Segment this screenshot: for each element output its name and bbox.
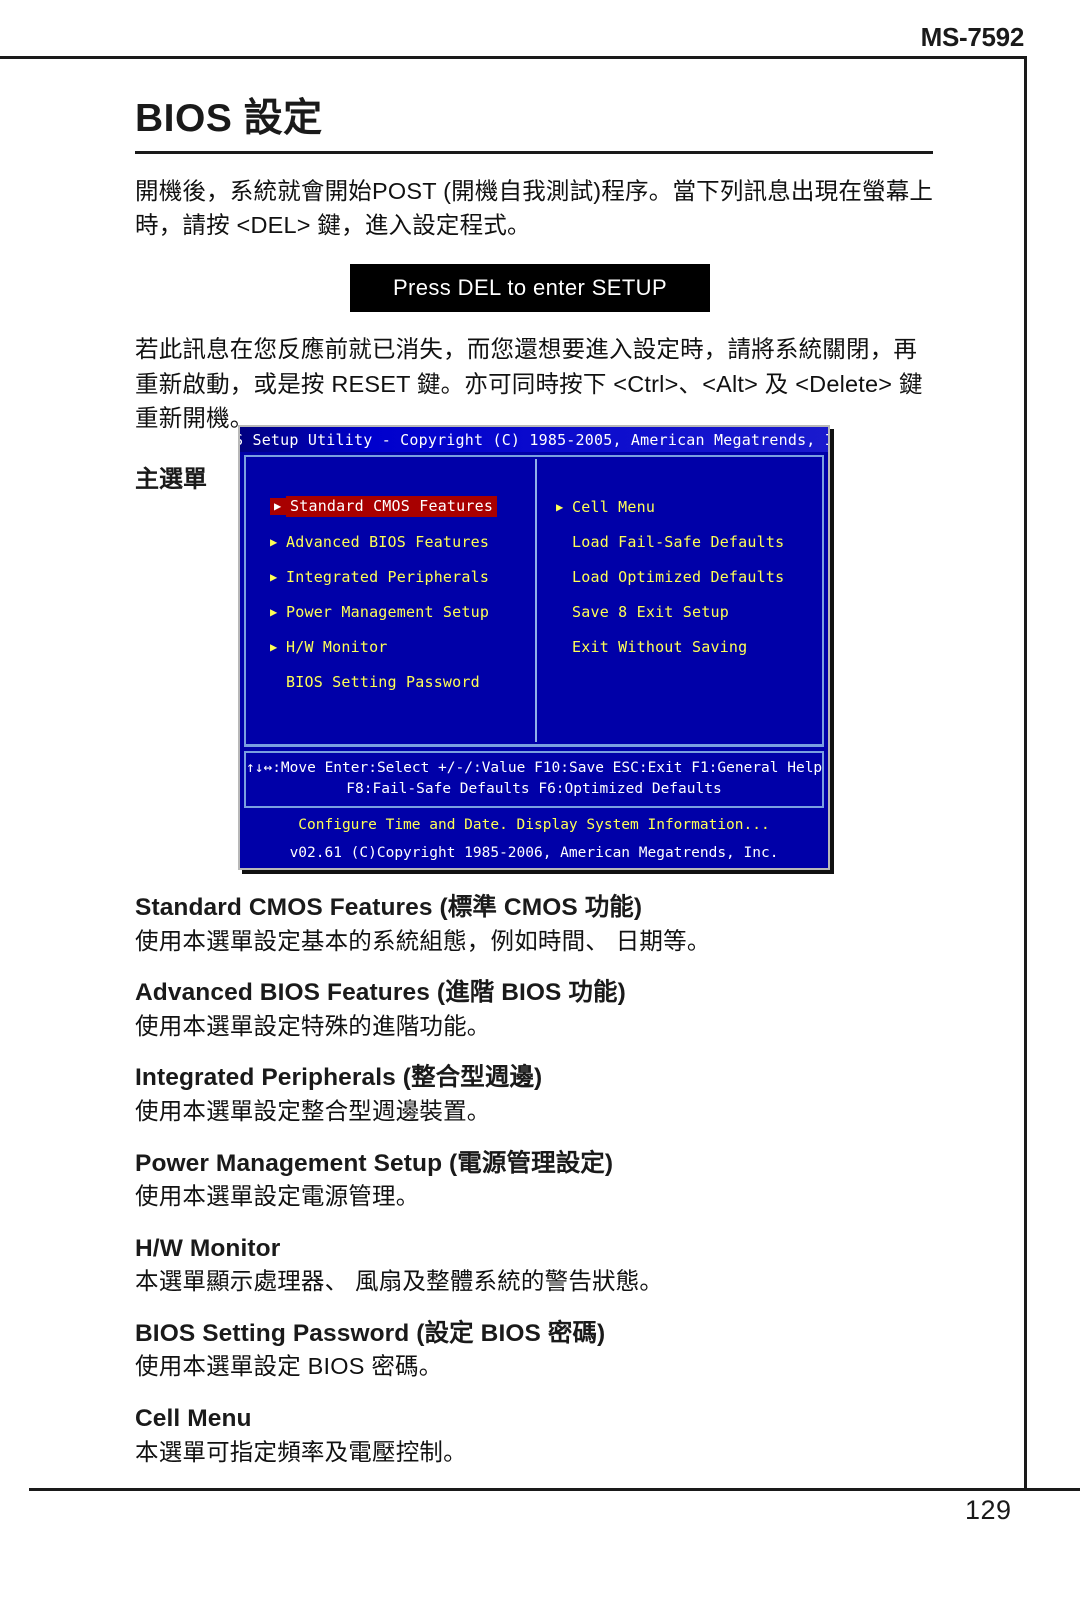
bios-screenshot-figure: CMOS Setup Utility - Copyright (C) 1985-… <box>238 425 834 874</box>
bios-menu-item-label: Load Fail-Safe Defaults <box>572 532 785 551</box>
bios-menu-item[interactable]: ▶ H/W Monitor <box>270 629 532 664</box>
feature-entry: H/W Monitor 本選單顯示處理器、 風扇及整體系統的警告狀態。 <box>135 1234 955 1297</box>
bios-menu-item[interactable]: ▶ Power Management Setup <box>270 594 532 629</box>
bios-menu-item[interactable]: ▶ Standard CMOS Features <box>270 489 532 524</box>
feature-description: 使用本選單設定整合型週邊裝置。 <box>135 1097 491 1124</box>
page-title: BIOS 設定 <box>135 97 323 140</box>
intro-paragraph: 開機後，系統就會開始POST (開機自我測試)程序。當下列訊息出現在螢幕上時，請… <box>135 177 934 239</box>
bios-menu-item-label: Power Management Setup <box>286 602 490 621</box>
feature-description: 使用本選單設定電源管理。 <box>135 1183 420 1210</box>
caret-right-icon: ▶ <box>556 499 564 514</box>
feature-description: 本選單可指定頻率及電壓控制。 <box>135 1438 467 1465</box>
bios-menu-item[interactable]: ▶Load Optimized Defaults <box>556 559 818 594</box>
bios-menu-item[interactable]: ▶Load Fail-Safe Defaults <box>556 524 818 559</box>
feature-entry: Power Management Setup (電源管理設定) 使用本選單設定電源… <box>135 1149 955 1212</box>
bios-left-menu-column: ▶ Standard CMOS Features ▶ Advanced BIOS Fe… <box>270 489 532 699</box>
header-divider-rule <box>0 56 1027 59</box>
bios-column-divider <box>535 459 537 742</box>
bios-right-menu-column: ▶ Cell Menu ▶Load Fail-Safe Defaults▶Load … <box>556 489 818 664</box>
bios-menu-item[interactable]: ▶ Advanced BIOS Features <box>270 524 532 559</box>
caret-right-icon: ▶ <box>270 498 286 515</box>
feature-description-list: Standard CMOS Features (標準 CMOS 功能) 使用本選單… <box>135 893 955 1489</box>
post-message-text: Press DEL to enter SETUP <box>392 275 668 301</box>
caret-right-icon: ▶ <box>270 534 278 549</box>
feature-title: H/W Monitor <box>135 1234 281 1262</box>
feature-title: BIOS Setting Password (設定 BIOS 密碼) <box>135 1319 606 1347</box>
bios-menu-item[interactable]: ▶ Integrated Peripherals <box>270 559 532 594</box>
model-number: MS-7592 <box>920 22 1025 52</box>
note-paragraph: 若此訊息在您反應前就已消失，而您還想要進入設定時，請將系統關閉，再重新啟動，或是… <box>135 336 923 432</box>
title-underline-rule <box>135 150 933 154</box>
feature-title: Power Management Setup (電源管理設定) <box>135 1149 614 1177</box>
bios-menu-item-label: Cell Menu <box>572 497 656 516</box>
bios-menu-item-label: Standard CMOS Features <box>286 496 498 517</box>
bios-menu-body: ▶ Standard CMOS Features ▶ Advanced BIOS Fe… <box>244 455 824 747</box>
bios-help-line-2: F8:Fail-Safe Defaults F6:Optimized Defau… <box>346 781 722 798</box>
feature-description: 使用本選單設定 BIOS 密碼。 <box>135 1353 443 1380</box>
bios-status-line: Configure Time and Date. Display System … <box>298 817 770 834</box>
bios-menu-item-label: BIOS Setting Password <box>286 672 480 691</box>
feature-entry: Advanced BIOS Features (進階 BIOS 功能) 使用本選單… <box>135 978 955 1041</box>
bios-menu-item[interactable]: ▶Exit Without Saving <box>556 629 818 664</box>
feature-title: Integrated Peripherals (整合型週邊) <box>135 1064 543 1092</box>
bios-help-line-1: ↑↓↔:Move Enter:Select +/-/:Value F10:Sav… <box>246 760 823 776</box>
bios-setup-screen: CMOS Setup Utility - Copyright (C) 1985-… <box>238 425 830 870</box>
bios-menu-item-label: Advanced BIOS Features <box>286 532 490 551</box>
bios-menu-item[interactable]: ▶BIOS Setting Password <box>270 664 532 699</box>
page-number: 129 <box>965 1495 1012 1525</box>
caret-right-icon: ▶ <box>270 569 278 584</box>
feature-entry: Integrated Peripherals (整合型週邊) 使用本選單設定整合型… <box>135 1063 955 1126</box>
feature-title: Advanced BIOS Features (進階 BIOS 功能) <box>135 979 626 1007</box>
bios-menu-item-label: Exit Without Saving <box>572 637 748 656</box>
feature-entry: BIOS Setting Password (設定 BIOS 密碼) 使用本選單設… <box>135 1319 955 1382</box>
bios-footer-panel: Configure Time and Date. Display System … <box>244 812 824 868</box>
bios-menu-item-label: Integrated Peripherals <box>286 567 490 586</box>
feature-description: 使用本選單設定特殊的進階功能。 <box>135 1012 491 1039</box>
bios-menu-item[interactable]: ▶ Cell Menu <box>556 489 818 524</box>
feature-description: 使用本選單設定基本的系統組態，例如時間、 日期等。 <box>135 927 711 954</box>
feature-title: Standard CMOS Features (標準 CMOS 功能) <box>135 894 643 921</box>
bios-menu-item-label: Load Optimized Defaults <box>572 567 785 586</box>
bios-version-line: v02.61 (C)Copyright 1985-2006, American … <box>289 844 779 861</box>
feature-entry: Cell Menu 本選單可指定頻率及電壓控制。 <box>135 1404 955 1467</box>
manual-page: MS-7592 129 BIOS 設定 開機後，系統就會開始POST (開機自我… <box>0 0 1080 1620</box>
caret-right-icon: ▶ <box>270 639 278 654</box>
bios-menu-item[interactable]: ▶Save 8 Exit Setup <box>556 594 818 629</box>
feature-description: 本選單顯示處理器、 風扇及整體系統的警告狀態。 <box>135 1268 664 1295</box>
page-right-border-rule <box>1024 56 1027 1490</box>
bios-key-help-panel: ↑↓↔:Move Enter:Select +/-/:Value F10:Sav… <box>244 751 824 809</box>
feature-title: Cell Menu <box>135 1405 252 1433</box>
bios-menu-item-label: Save 8 Exit Setup <box>572 602 729 621</box>
bios-menu-item-label: H/W Monitor <box>286 637 388 656</box>
caret-right-icon: ▶ <box>270 604 278 619</box>
bios-titlebar: CMOS Setup Utility - Copyright (C) 1985-… <box>240 427 828 452</box>
post-message-box: Press DEL to enter SETUP <box>350 264 710 313</box>
feature-entry: Standard CMOS Features (標準 CMOS 功能) 使用本選單… <box>135 893 955 956</box>
bios-titlebar-text: CMOS Setup Utility - Copyright (C) 1985-… <box>238 430 830 449</box>
